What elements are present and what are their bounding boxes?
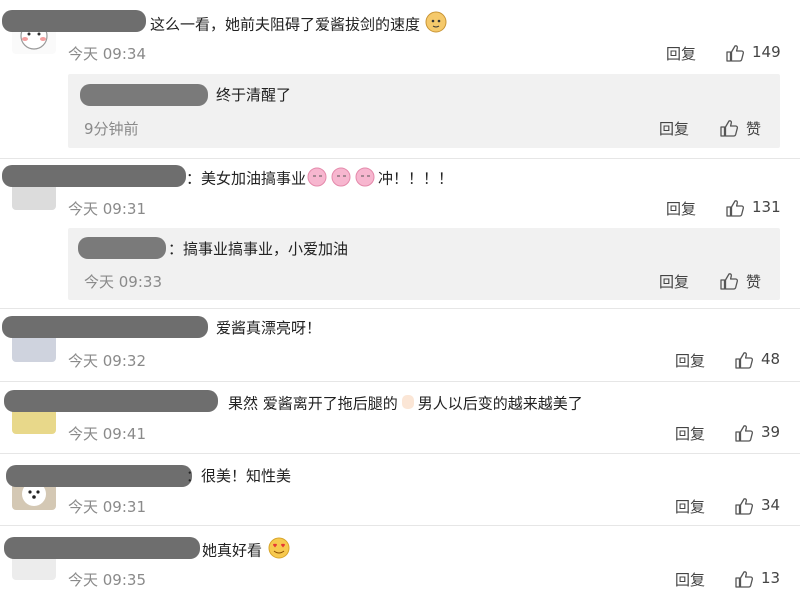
subreply-time: 今天 09:33 xyxy=(84,273,162,291)
thumbs-up-icon[interactable] xyxy=(734,423,754,443)
like-count: 39 xyxy=(761,423,781,441)
reply-button[interactable]: 回复 xyxy=(666,43,696,64)
like-count: 48 xyxy=(761,350,781,368)
heart-eyes-emoji-icon xyxy=(267,537,291,565)
redacted-username xyxy=(78,237,166,259)
subreply-text: 终于清醒了 xyxy=(216,86,292,104)
subreply-text: ：搞事业搞事业，小爱加油 xyxy=(168,240,349,258)
thumbs-up-icon[interactable] xyxy=(734,496,754,516)
divider xyxy=(0,453,800,454)
divider xyxy=(0,525,800,526)
comment-time: 今天 09:32 xyxy=(68,352,146,370)
reply-button[interactable]: 回复 xyxy=(675,496,705,517)
like-count: 149 xyxy=(752,43,781,61)
divider xyxy=(0,381,800,382)
hand-emoji-icon xyxy=(398,391,418,417)
like-count: 13 xyxy=(761,569,781,587)
comment-text: 她真好看 xyxy=(202,537,291,565)
comment-time: 今天 09:35 xyxy=(68,571,146,589)
subreply-box: 终于清醒了 9分钟前 回复 赞 xyxy=(68,74,780,148)
doge-emoji-icon xyxy=(425,11,447,39)
comment-time: 今天 09:41 xyxy=(68,425,146,443)
thumbs-up-icon[interactable] xyxy=(719,271,739,291)
redacted-username xyxy=(2,165,186,187)
comment-time: 今天 09:31 xyxy=(68,200,146,218)
divider xyxy=(0,308,800,309)
thumbs-up-icon[interactable] xyxy=(719,118,739,138)
subreply-box: ：搞事业搞事业，小爱加油 今天 09:33 回复 赞 xyxy=(68,228,780,300)
comment-time: 今天 09:34 xyxy=(68,45,146,63)
thumbs-up-icon[interactable] xyxy=(734,569,754,589)
redacted-username xyxy=(4,537,200,559)
redacted-username xyxy=(4,390,218,412)
redacted-username xyxy=(2,316,208,338)
reply-button[interactable]: 回复 xyxy=(659,271,689,292)
thumbs-up-icon[interactable] xyxy=(725,198,745,218)
comment-time: 今天 09:31 xyxy=(68,498,146,516)
thumbs-up-icon[interactable] xyxy=(734,350,754,370)
like-button-label[interactable]: 赞 xyxy=(746,118,761,139)
redacted-username xyxy=(80,84,208,106)
comment-text: 爱酱真漂亮呀！ xyxy=(216,319,322,337)
divider xyxy=(0,158,800,159)
reply-button[interactable]: 回复 xyxy=(675,350,705,371)
like-count: 131 xyxy=(752,198,781,216)
reply-button[interactable]: 回复 xyxy=(675,569,705,590)
reply-button[interactable]: 回复 xyxy=(659,118,689,139)
reply-button[interactable]: 回复 xyxy=(666,198,696,219)
like-count: 34 xyxy=(761,496,781,514)
pink-pig-emoji-icon xyxy=(306,165,378,193)
comment-text: 果然 爱酱离开了拖后腿的 男人以后变的越来越美了 xyxy=(228,391,583,417)
reply-button[interactable]: 回复 xyxy=(675,423,705,444)
like-button-label[interactable]: 赞 xyxy=(746,271,761,292)
redacted-username xyxy=(2,10,146,32)
comment-text: ：美女加油搞事业 冲！！！！ xyxy=(186,165,453,193)
redacted-username xyxy=(6,465,192,487)
thumbs-up-icon[interactable] xyxy=(725,43,745,63)
comment-text: ：很美！知性美 xyxy=(186,467,292,485)
comment-text: 这么一看，她前夫阻碍了爱酱拔剑的速度 xyxy=(150,11,447,39)
subreply-time: 9分钟前 xyxy=(84,120,139,138)
